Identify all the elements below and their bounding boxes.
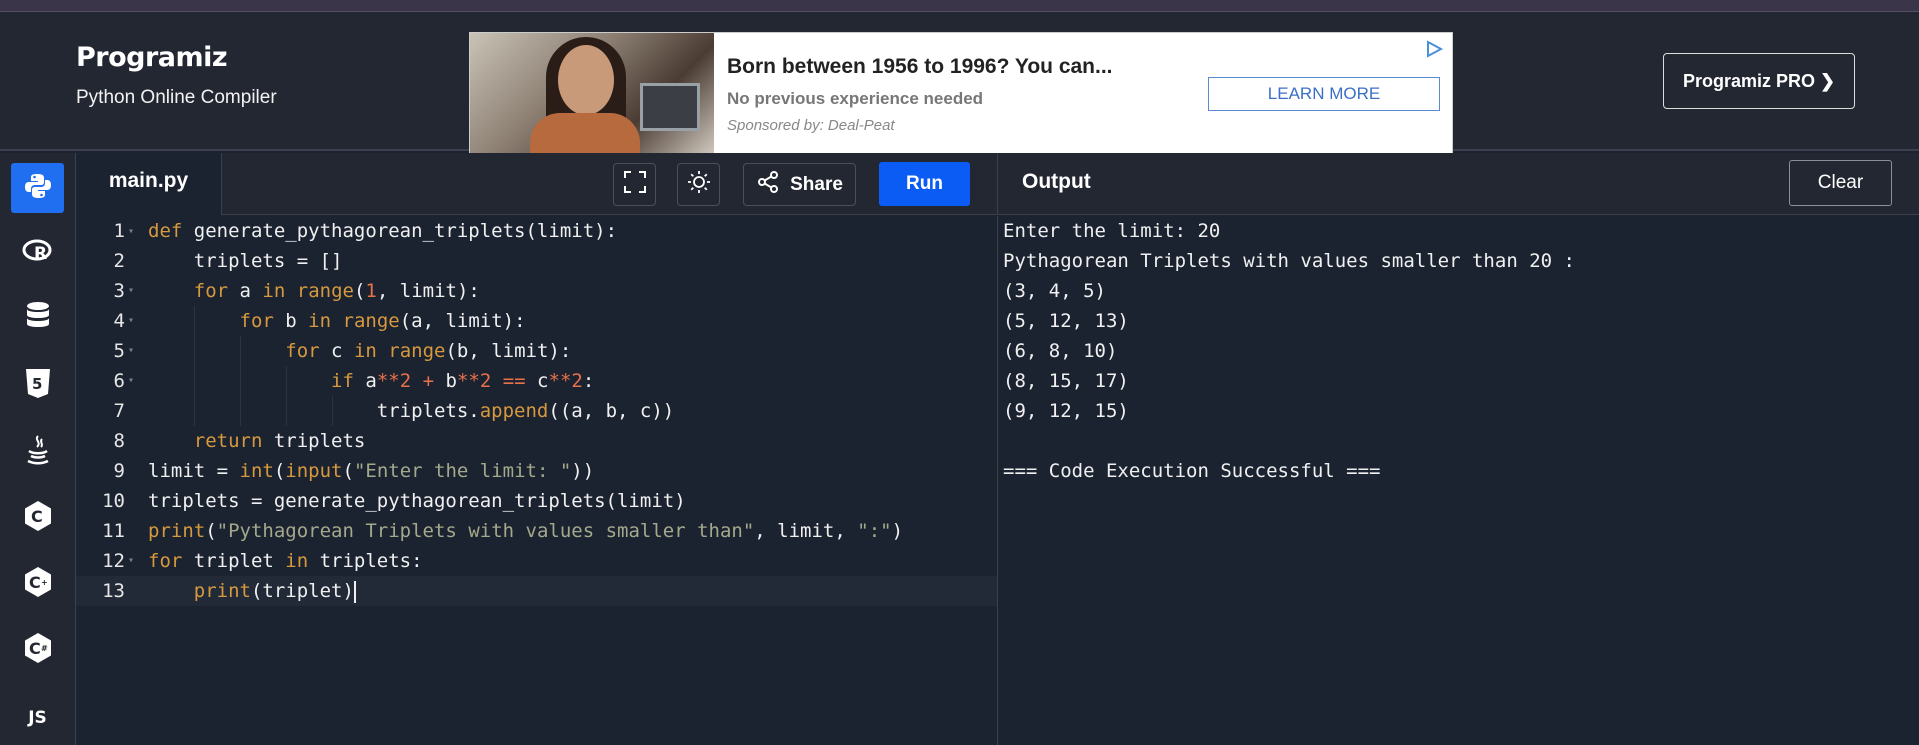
fullscreen-icon (623, 171, 646, 198)
sidebar-item-r[interactable]: R (11, 228, 64, 278)
code-line[interactable]: 3 ▾ for a in range(1, limit): (76, 276, 997, 306)
output-console[interactable]: Enter the limit: 20 Pythagorean Triplets… (997, 216, 1919, 745)
svg-text:C: C (29, 639, 41, 658)
line-number: 8 (113, 430, 125, 452)
clear-button[interactable]: Clear (1789, 160, 1892, 206)
fold-arrow-icon[interactable]: ▾ (128, 366, 134, 396)
page-subtitle: Python Online Compiler (76, 87, 277, 108)
sidebar-item-cpp[interactable]: C + (11, 559, 64, 609)
sidebar-item-c[interactable]: C (11, 493, 64, 543)
language-sidebar: R 5 C C + C # JS (0, 153, 76, 745)
sidebar-item-js[interactable]: JS (11, 693, 64, 743)
sidebar-item-python[interactable] (11, 163, 64, 213)
line-number: 3 (113, 280, 125, 302)
editor-toolbar: main.py Share Run (76, 153, 997, 215)
line-number: 5 (113, 340, 125, 362)
line-number: 6 (113, 370, 125, 392)
output-line: (8, 15, 17) (1003, 370, 1129, 392)
line-number: 10 (102, 490, 125, 512)
fold-arrow-icon[interactable]: ▾ (128, 336, 134, 366)
output-line: (3, 4, 5) (1003, 280, 1106, 302)
output-line: (6, 8, 10) (1003, 340, 1118, 362)
code-line[interactable]: 12 ▾ for triplet in triplets: (76, 546, 997, 576)
python-icon (23, 171, 53, 206)
svg-text:C: C (29, 573, 41, 592)
code-line-current[interactable]: 13 print(triplet) (76, 576, 997, 606)
sidebar-item-sql[interactable] (11, 294, 64, 344)
programiz-pro-button[interactable]: Programiz PRO ❯ (1663, 53, 1855, 109)
header: Programiz Python Online Compiler Born be… (0, 12, 1919, 154)
share-label: Share (790, 173, 843, 195)
code-line[interactable]: 6 ▾ if a**2 + b**2 == c**2: (76, 366, 997, 396)
ad-title[interactable]: Born between 1956 to 1996? You can... (727, 55, 1113, 79)
line-number: 11 (102, 520, 125, 542)
code-line[interactable]: 8 return triplets (76, 426, 997, 456)
adchoices-icon[interactable] (1424, 39, 1444, 59)
run-button[interactable]: Run (879, 162, 970, 206)
code-line[interactable]: 10 triplets = generate_pythagorean_tripl… (76, 486, 997, 516)
svg-text:5: 5 (32, 375, 42, 393)
browser-top-strip (0, 0, 1919, 12)
code-line[interactable]: 2 triplets = [] (76, 246, 997, 276)
output-line: (9, 12, 15) (1003, 400, 1129, 422)
svg-text:+: + (41, 578, 48, 587)
line-number: 7 (113, 400, 125, 422)
code-line[interactable]: 4 ▾ for b in range(a, limit): (76, 306, 997, 336)
share-button[interactable]: Share (743, 163, 856, 206)
sidebar-item-html[interactable]: 5 (11, 360, 64, 410)
output-line: Enter the limit: 20 (1003, 220, 1221, 242)
code-line[interactable]: 5 ▾ for c in range(b, limit): (76, 336, 997, 366)
output-toolbar: Output Clear (997, 153, 1919, 215)
csharp-icon: C # (23, 632, 53, 669)
logo[interactable]: Programiz Python Online Compiler (76, 42, 277, 109)
cpp-icon: C + (23, 566, 53, 603)
svg-text:#: # (41, 644, 48, 653)
svg-text:C: C (31, 507, 43, 526)
line-number: 9 (113, 460, 125, 482)
html5-icon: 5 (24, 367, 52, 404)
ad-sponsor: Sponsored by: Deal-Peat (727, 117, 895, 134)
tab-main-py[interactable]: main.py (76, 153, 222, 215)
code-line[interactable]: 9 limit = int(input("Enter the limit: ")… (76, 456, 997, 486)
output-line: (5, 12, 13) (1003, 310, 1129, 332)
output-line: Pythagorean Triplets with values smaller… (1003, 250, 1575, 272)
fold-arrow-icon[interactable]: ▾ (128, 217, 134, 247)
theme-toggle-button[interactable] (677, 163, 720, 206)
output-title: Output (1022, 170, 1091, 193)
output-status-line: === Code Execution Successful === (1003, 460, 1381, 482)
line-number: 2 (113, 250, 125, 272)
fold-arrow-icon[interactable]: ▾ (128, 276, 134, 306)
svg-text:R: R (34, 244, 47, 264)
text-cursor (353, 580, 356, 603)
line-number: 12 (102, 550, 125, 572)
ad-learn-more-button[interactable]: LEARN MORE (1208, 77, 1440, 111)
fullscreen-button[interactable] (613, 163, 656, 206)
sidebar-item-java[interactable] (11, 426, 64, 476)
c-icon: C (23, 500, 53, 537)
line-number: 13 (102, 580, 125, 602)
logo-wordmark: Programiz (76, 42, 228, 73)
share-icon (756, 170, 780, 200)
js-icon: JS (28, 708, 47, 728)
sun-icon (687, 170, 711, 199)
code-editor[interactable]: 1 ▾ def generate_pythagorean_triplets(lim… (76, 216, 997, 745)
code-line[interactable]: 11 print("Pythagorean Triplets with valu… (76, 516, 997, 546)
ad-image (470, 33, 714, 153)
advertisement-banner[interactable]: Born between 1956 to 1996? You can... No… (469, 32, 1453, 154)
code-line[interactable]: 1 ▾ def generate_pythagorean_triplets(lim… (76, 216, 997, 246)
sidebar-item-csharp[interactable]: C # (11, 625, 64, 675)
fold-arrow-icon[interactable]: ▾ (128, 546, 134, 576)
database-icon (25, 301, 51, 338)
line-number: 4 (113, 310, 125, 332)
r-icon: R (22, 237, 54, 270)
java-icon (24, 433, 52, 470)
fold-arrow-icon[interactable]: ▾ (128, 306, 134, 336)
code-line[interactable]: 7 triplets.append((a, b, c)) (76, 396, 997, 426)
ad-description: No previous experience needed (727, 89, 984, 108)
line-number: 1 (113, 220, 125, 242)
